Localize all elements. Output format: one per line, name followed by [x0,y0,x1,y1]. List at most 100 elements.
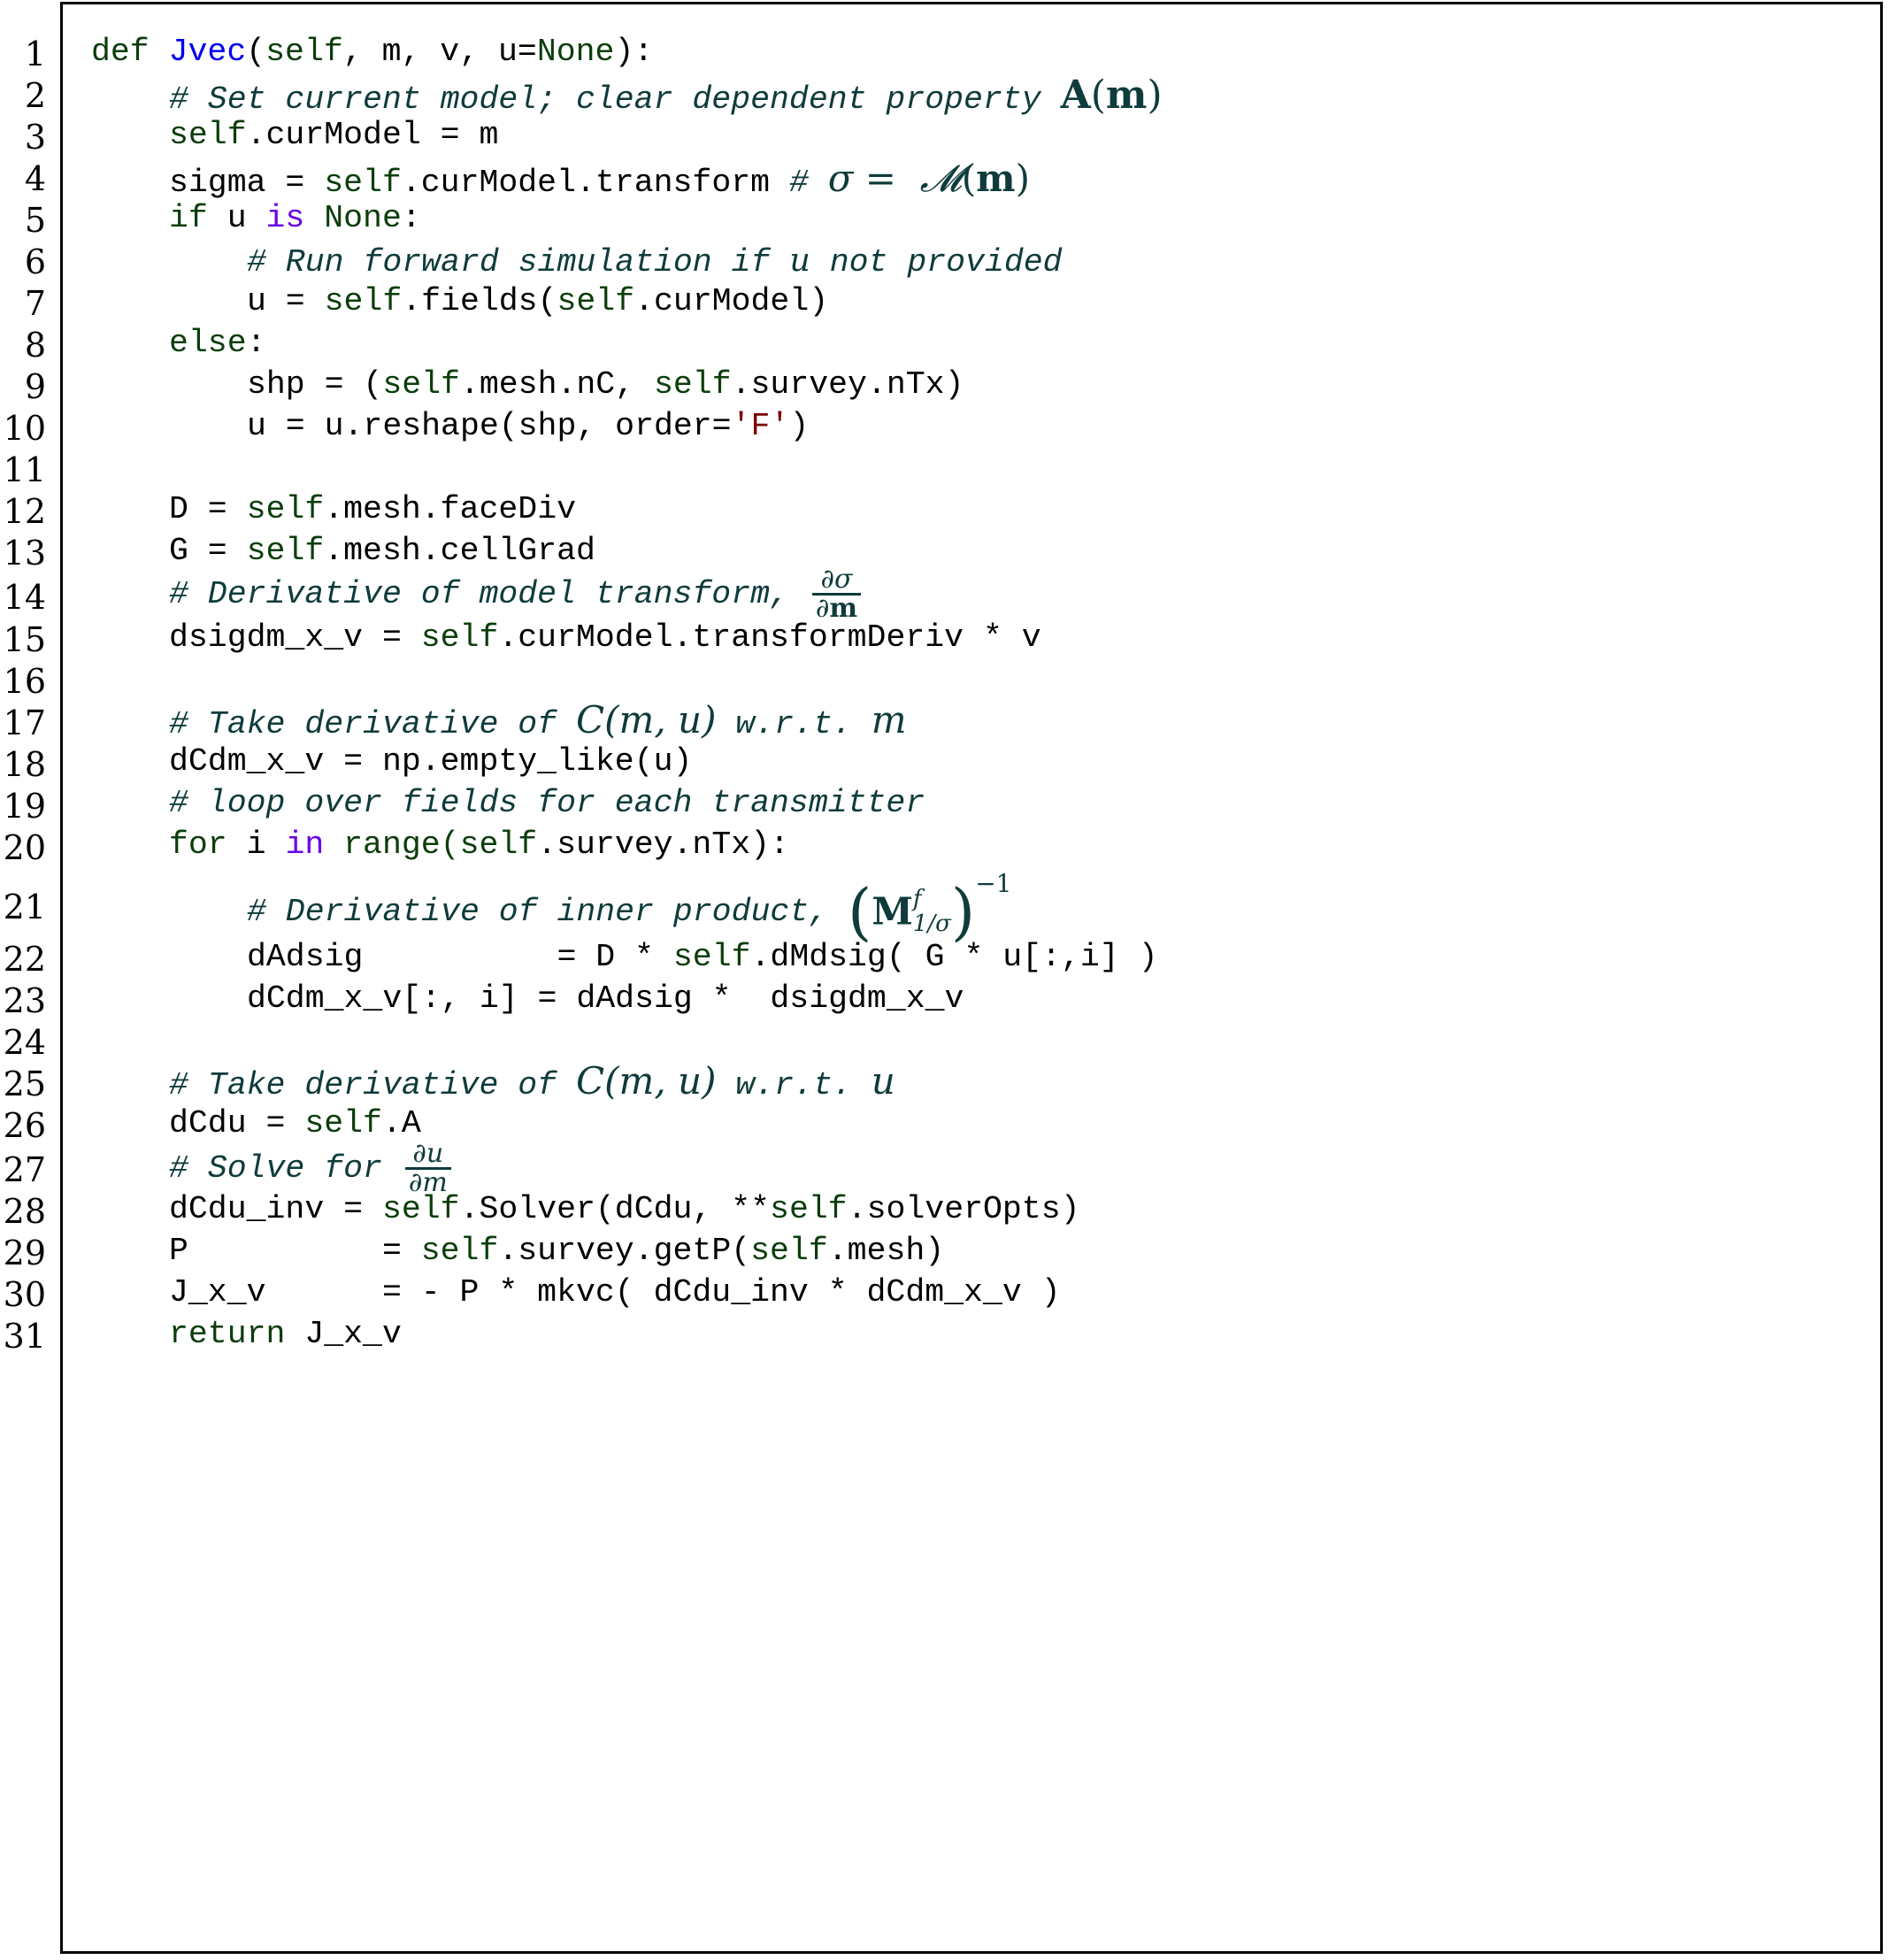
line-number: 23 [3,981,46,1020]
keyword-none: None [324,200,402,236]
code-line-31: return J_x_v [169,1318,402,1351]
code-line-18: dCdm_x_v = np.empty_like(u) [169,743,693,780]
line-number: 15 [3,620,46,659]
keyword-self: self [169,117,247,153]
line-number: 10 [3,409,46,448]
comment: # Derivative of inner product, [247,894,849,930]
code-line-13: G = self.mesh.cellGrad [169,533,595,569]
math-fraction: ∂u ∂m [404,1141,451,1196]
line-number: 26 [3,1106,46,1145]
code-line-1: def Jvec(self, m, v, u=None): [91,34,653,70]
code-text: shp = ( [247,366,383,403]
code-text: .Solver(dCdu, ** [459,1191,771,1227]
code-line-10: u = u.reshape(shp, order='F') [247,408,810,444]
comment: not provided [810,244,1063,281]
code-line-23: dCdm_x_v[:, i] = dAdsig * dsigdm_x_v [247,982,964,1016]
line-number: 31 [3,1317,46,1356]
code-text: D = [169,491,247,527]
code-text: , m, v, u= [342,34,537,70]
string-literal: 'F' [731,408,790,444]
line-number: 14 [3,578,46,617]
comment: # Take derivative of [169,706,576,742]
line-number: 4 [24,159,46,198]
code-line-28: dCdu_inv = self.Solver(dCdu, **self.solv… [169,1191,1080,1227]
line-number: 28 [3,1192,46,1231]
keyword-self: self [654,366,732,403]
line-number: 6 [24,242,46,281]
comment: # Take derivative of [169,1067,576,1103]
comment: # loop over fields for each transmitter [169,785,925,821]
line-number: 30 [3,1275,46,1314]
code-line-8: else: [169,327,266,360]
line-number: 12 [3,492,46,531]
code-text: G = [169,533,247,569]
code-text: .curModel.transformDeriv * v [498,619,1041,656]
code-text: .curModel.transform [401,165,789,201]
keyword-self: self [246,491,325,527]
code-text: : [246,325,266,361]
line-number: 9 [24,367,46,406]
line-number: 18 [3,745,46,784]
line-number: 13 [3,534,46,573]
code-text: .survey.getP( [498,1233,751,1269]
code-text: .fields( [402,283,557,319]
code-text: .survey.nTx) [731,366,964,403]
line-number: 1 [24,35,46,73]
line-number: 11 [3,450,46,489]
code-line-30: J_x_v = - P * mkvc( dCdu_inv * dCdm_x_v … [169,1274,1061,1311]
code-line-27: # Solve for ∂u ∂m [169,1141,455,1196]
code-text: u = [247,283,325,319]
code-text: J_x_v = - P * mkvc( dCdu_inv * dCdm_x_v … [169,1274,1061,1311]
code-text: ) [789,408,810,444]
keyword-for: for [169,826,227,863]
code-text: dCdu = [169,1105,305,1141]
code-text: i [227,826,286,863]
code-text: ( [246,34,266,70]
line-number: 29 [3,1234,46,1272]
line-number: 8 [24,326,46,365]
code-text: P = [169,1233,421,1269]
line-number: 25 [3,1065,46,1103]
code-text: .mesh) [827,1233,945,1269]
code-line-20: for i in range(self.survey.nTx): [169,826,789,863]
math-variable: u [871,1059,895,1103]
keyword-self: self [324,165,402,201]
code-text: .mesh.nC, [459,366,654,403]
comment: # Set current model; clear dependent pro… [169,81,1061,118]
code-line-6: # Run forward simulation if u not provid… [247,243,1063,281]
code-line-9: shp = (self.mesh.nC, self.survey.nTx) [247,366,964,403]
keyword-self: self [324,283,403,319]
keyword-else: else [169,325,247,361]
line-number: 17 [3,703,46,742]
keyword-self: self [459,826,538,863]
code-text: .A [381,1105,421,1141]
math-expression: (M f 1/σ)−1 [848,869,1012,949]
line-number: 27 [3,1150,46,1189]
math-variable: m [871,698,907,742]
line-number: 2 [24,76,46,115]
function-name: Jvec [168,34,247,70]
math-expression: σ = 𝓜(m) [827,157,1030,200]
line-number: 7 [24,284,46,323]
keyword-return: return [169,1316,286,1352]
code-text: J_x_v [285,1316,402,1352]
keyword-self: self [750,1233,828,1269]
code-text: dCdm_x_v = np.empty_like(u) [169,743,693,780]
code-text: .mesh.faceDiv [324,491,576,527]
code-line-21: # Derivative of inner product, (M f 1/σ)−1 [247,872,1011,943]
code-text: u = u.reshape(shp, order= [247,408,732,444]
code-line-19: # loop over fields for each transmitter [169,785,925,821]
code-line-15: dsigdm_x_v = self.curModel.transformDeri… [169,619,1041,656]
code-line-26: dCdu = self.A [169,1105,421,1141]
keyword-self: self [557,283,635,319]
keyword-self: self [246,533,325,569]
code-line-17: # Take derivative of C(m, u) w.r.t. m [169,702,907,742]
line-number: 19 [3,787,46,826]
line-number: 22 [3,940,46,979]
code-text: .curModel) [634,283,829,319]
keyword-self: self [420,619,499,656]
code-line-22: dAdsig = D * self.dMdsig( G * u[:,i] ) [247,941,1158,974]
code-text: .curModel = m [246,117,499,153]
keyword-self: self [420,1233,499,1269]
